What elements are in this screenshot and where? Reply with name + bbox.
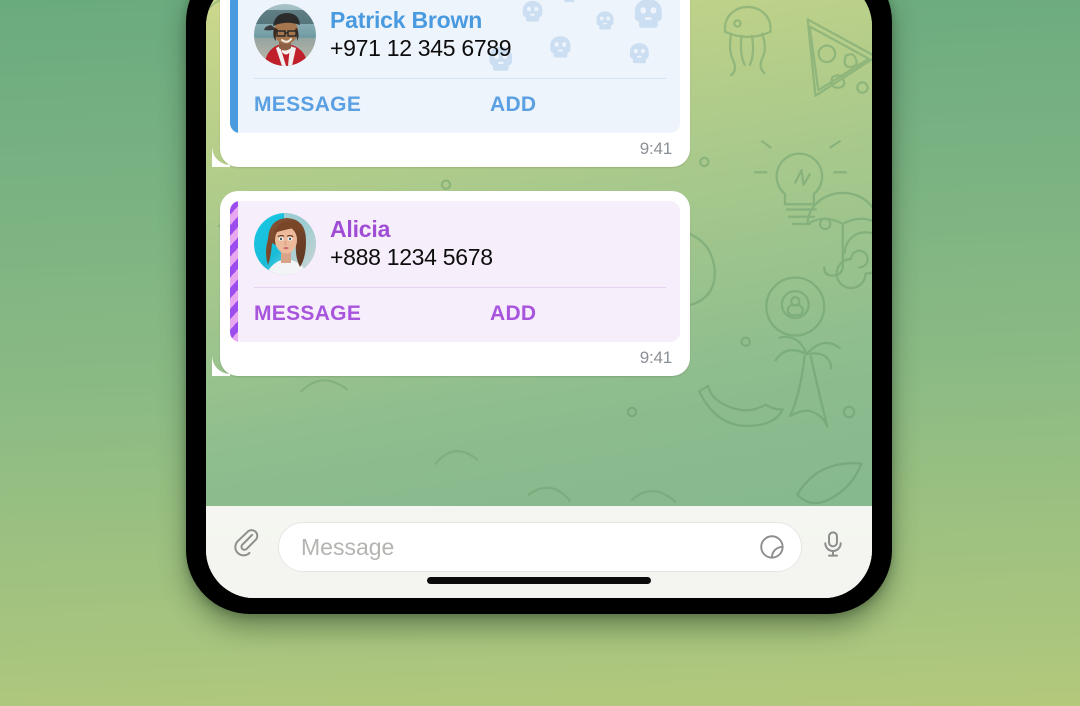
contact-summary: Patrick Brown +971 12 345 6789	[238, 0, 680, 78]
message-meta: 9:41	[230, 342, 680, 372]
message-input[interactable]	[301, 533, 757, 561]
message-button[interactable]: MESSAGE	[254, 93, 490, 117]
contact-card[interactable]: Alicia +888 1234 5678 MESSAGE ADD	[230, 201, 680, 342]
contact-card-actions: MESSAGE ADD	[238, 288, 680, 342]
contact-card-body: Patrick Brown +971 12 345 6789 MESSAGE A…	[238, 0, 680, 133]
message-input-field[interactable]	[278, 522, 802, 572]
message-row: Alicia +888 1234 5678 MESSAGE ADD 9:41	[220, 191, 858, 376]
home-indicator[interactable]	[427, 577, 651, 584]
paperclip-icon	[234, 529, 259, 557]
message-button[interactable]: MESSAGE	[254, 302, 490, 326]
phone-frame: Patrick Brown +971 12 345 6789 MESSAGE A…	[186, 0, 892, 614]
microphone-icon	[824, 531, 842, 557]
add-button[interactable]: ADD	[490, 302, 536, 326]
sticker-button[interactable]	[757, 532, 787, 562]
message-row: Patrick Brown +971 12 345 6789 MESSAGE A…	[220, 0, 858, 167]
contact-name: Patrick Brown	[330, 6, 483, 33]
attach-button[interactable]	[230, 522, 264, 566]
message-list[interactable]: Patrick Brown +971 12 345 6789 MESSAGE A…	[206, 0, 872, 506]
contact-card-actions: MESSAGE ADD	[238, 79, 680, 133]
add-button[interactable]: ADD	[490, 93, 536, 117]
contact-phone: +888 1234 5678	[330, 244, 493, 271]
message-timestamp: 9:41	[639, 139, 672, 158]
message-input-bar	[206, 506, 872, 598]
sticker-icon	[759, 534, 784, 559]
avatar	[254, 4, 316, 66]
contact-name: Alicia	[330, 215, 391, 242]
message-bubble[interactable]: Patrick Brown +971 12 345 6789 MESSAGE A…	[220, 0, 690, 167]
avatar	[254, 213, 316, 275]
phone-screen: Patrick Brown +971 12 345 6789 MESSAGE A…	[206, 0, 872, 598]
contact-summary: Alicia +888 1234 5678	[238, 201, 680, 287]
avatar-photo-patrick-icon	[254, 4, 316, 66]
message-meta: 9:41	[230, 133, 680, 163]
message-bubble[interactable]: Alicia +888 1234 5678 MESSAGE ADD 9:41	[220, 191, 690, 376]
voice-record-button[interactable]	[816, 522, 850, 566]
contact-phone: +971 12 345 6789	[330, 35, 512, 62]
message-timestamp: 9:41	[639, 348, 672, 367]
card-accent-bar	[230, 0, 238, 133]
avatar-photo-alicia-icon	[254, 213, 316, 275]
contact-card[interactable]: Patrick Brown +971 12 345 6789 MESSAGE A…	[230, 0, 680, 133]
contact-text: Patrick Brown +971 12 345 6789	[330, 6, 512, 65]
card-accent-bar	[230, 201, 238, 342]
contact-text: Alicia +888 1234 5678	[330, 215, 493, 274]
contact-card-body: Alicia +888 1234 5678 MESSAGE ADD	[238, 201, 680, 342]
